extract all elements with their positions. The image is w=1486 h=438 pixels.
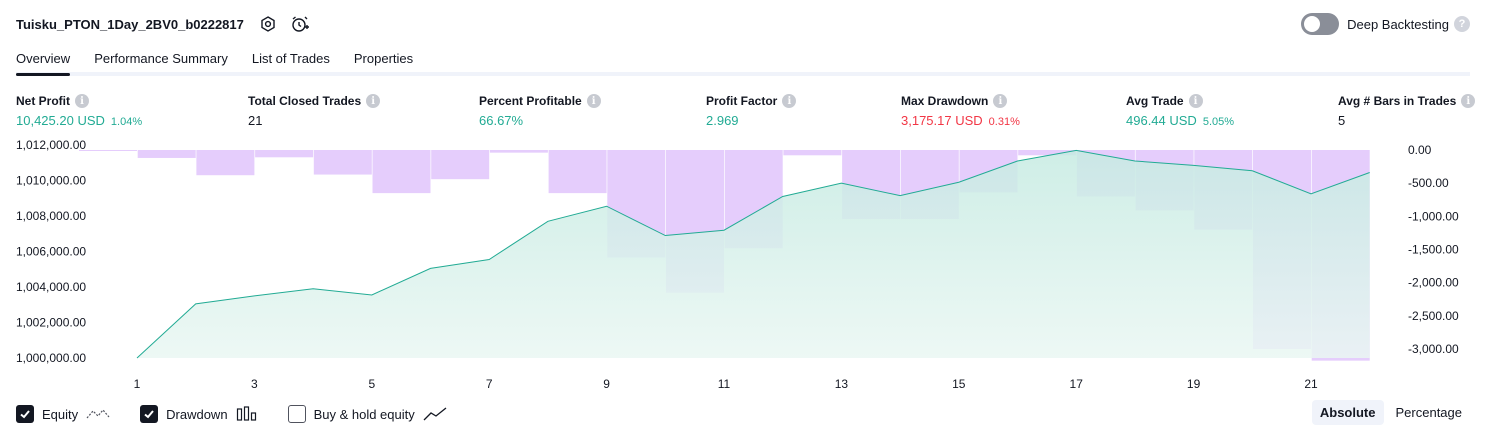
drawdown-bar xyxy=(372,150,431,194)
left-axis-tick: 1,002,000.00 xyxy=(16,316,86,330)
x-axis-tick: 7 xyxy=(486,377,493,391)
metric-label: Percent Profitable xyxy=(479,94,582,108)
legend-drawdown[interactable]: Drawdown xyxy=(140,405,257,423)
absolute-button[interactable]: Absolute xyxy=(1311,400,1384,425)
x-axis-tick: 5 xyxy=(368,377,375,391)
left-axis-tick: 1,006,000.00 xyxy=(16,245,86,259)
right-axis-tick: 0.00 xyxy=(1408,143,1432,157)
legend-equity-label: Equity xyxy=(42,406,79,422)
buy-hold-line-icon xyxy=(423,406,447,422)
x-axis-tick: 3 xyxy=(251,377,258,391)
deep-backtesting-label: Deep Backtesting xyxy=(1347,16,1449,32)
metric-net-profit: Net Profit i 10,425.20 USD 1.04% xyxy=(16,93,142,128)
left-axis-tick: 1,012,000.00 xyxy=(16,138,86,152)
info-icon[interactable]: i xyxy=(366,94,381,108)
tab-list-of-trades[interactable]: List of Trades xyxy=(252,44,330,72)
x-axis-tick: 19 xyxy=(1187,377,1201,391)
deep-backtesting-toggle[interactable] xyxy=(1301,13,1340,35)
drawdown-bar xyxy=(255,150,314,158)
info-icon[interactable]: i xyxy=(75,94,89,108)
metric-label: Net Profit xyxy=(16,94,70,108)
info-icon[interactable]: i xyxy=(586,94,601,108)
legend-drawdown-label: Drawdown xyxy=(166,406,228,422)
tab-properties[interactable]: Properties xyxy=(354,44,413,72)
metric-value: 21 xyxy=(248,113,263,128)
equity-line-icon xyxy=(86,406,110,422)
right-axis-tick: -3,000.00 xyxy=(1408,342,1459,356)
x-axis-tick: 21 xyxy=(1304,377,1318,391)
metric-label: Avg # Bars in Trades xyxy=(1338,94,1457,108)
chart-legend: Equity Drawdown Buy & hold equity xyxy=(16,403,477,425)
metric-avg-bars: Avg # Bars in Trades i 5 xyxy=(1338,93,1476,128)
metric-label: Avg Trade xyxy=(1126,94,1184,108)
report-header: Tuisku_PTON_1Day_2BV0_b0222817 xyxy=(16,12,311,36)
drawdown-bar xyxy=(548,150,607,194)
left-axis-tick: 1,010,000.00 xyxy=(16,174,86,188)
metric-value: 5 xyxy=(1338,113,1346,128)
right-axis-tick: -1,000.00 xyxy=(1408,209,1459,223)
right-axis-tick: -1,500.00 xyxy=(1408,243,1459,257)
legend-buy-hold-label: Buy & hold equity xyxy=(313,406,415,422)
right-axis-tick: -2,500.00 xyxy=(1408,309,1459,323)
metric-total-closed-trades: Total Closed Trades i 21 xyxy=(248,93,381,128)
metric-percent: 1.04% xyxy=(110,116,143,128)
x-axis-tick: 17 xyxy=(1070,377,1084,391)
deep-backtesting: Deep Backtesting ? xyxy=(1301,13,1470,35)
metric-profit-factor: Profit Factor i 2.969 xyxy=(706,93,797,128)
x-axis-tick: 1 xyxy=(134,377,141,391)
metric-max-drawdown: Max Drawdown i 3,175.17 USD 0.31% xyxy=(901,93,1020,128)
metric-label: Profit Factor xyxy=(706,94,778,108)
metric-label: Max Drawdown xyxy=(901,94,989,108)
toggle-knob xyxy=(1304,16,1321,32)
x-axis-tick: 13 xyxy=(835,377,849,391)
metric-avg-trade: Avg Trade i 496.44 USD 5.05% xyxy=(1126,93,1234,128)
drawdown-checkbox[interactable] xyxy=(140,405,159,423)
drawdown-bars-icon xyxy=(236,406,258,422)
metric-value: 3,175.17 USD xyxy=(901,113,983,128)
drawdown-bar xyxy=(313,150,372,175)
metric-value: 2.969 xyxy=(706,113,739,128)
metric-percent: 5.05% xyxy=(1202,116,1235,128)
left-axis-tick: 1,008,000.00 xyxy=(16,209,86,223)
metric-value: 66.67% xyxy=(479,113,524,128)
info-icon[interactable]: i xyxy=(782,94,797,108)
x-axis-tick: 9 xyxy=(603,377,610,391)
add-alert-icon[interactable] xyxy=(289,13,311,35)
percentage-button[interactable]: Percentage xyxy=(1388,400,1471,425)
report-tabs: Overview Performance Summary List of Tra… xyxy=(16,44,1470,76)
equity-checkbox[interactable] xyxy=(16,405,34,423)
info-icon[interactable]: i xyxy=(1461,94,1476,108)
info-icon[interactable]: i xyxy=(1188,94,1203,108)
equity-drawdown-chart[interactable]: 1,000,000.00 1,002,000.00 1,004,000.00 1,00… xyxy=(0,138,1486,398)
drawdown-bar xyxy=(196,150,255,176)
info-icon[interactable]: i xyxy=(993,94,1008,108)
left-axis-tick: 1,000,000.00 xyxy=(16,351,86,365)
drawdown-bar xyxy=(431,150,490,180)
tab-overview[interactable]: Overview xyxy=(16,44,71,76)
metric-value: 10,425.20 USD xyxy=(16,113,105,128)
drawdown-bar xyxy=(79,150,137,151)
x-axis-tick: 15 xyxy=(952,377,966,391)
legend-buy-hold[interactable]: Buy & hold equity xyxy=(287,405,447,423)
drawdown-bar xyxy=(137,150,196,158)
x-axis-tick: 11 xyxy=(718,377,731,391)
left-axis-tick: 1,004,000.00 xyxy=(16,280,86,294)
settings-icon[interactable] xyxy=(257,13,279,35)
scale-switch: Absolute Percentage xyxy=(1308,400,1470,425)
legend-equity[interactable]: Equity xyxy=(16,405,110,423)
right-axis-tick: -500.00 xyxy=(1408,176,1449,190)
metric-percent-profitable: Percent Profitable i 66.67% xyxy=(479,93,601,128)
metric-value: 496.44 USD xyxy=(1126,113,1197,128)
drawdown-bar xyxy=(783,150,842,156)
metric-label: Total Closed Trades xyxy=(248,94,362,108)
drawdown-bar xyxy=(489,150,548,153)
right-axis-tick: -2,000.00 xyxy=(1408,276,1459,290)
metric-percent: 0.31% xyxy=(988,116,1020,128)
tab-performance-summary[interactable]: Performance Summary xyxy=(94,44,228,72)
buy-hold-checkbox[interactable] xyxy=(287,405,306,423)
strategy-title: Tuisku_PTON_1Day_2BV0_b0222817 xyxy=(16,16,244,32)
help-icon[interactable]: ? xyxy=(1454,16,1470,32)
